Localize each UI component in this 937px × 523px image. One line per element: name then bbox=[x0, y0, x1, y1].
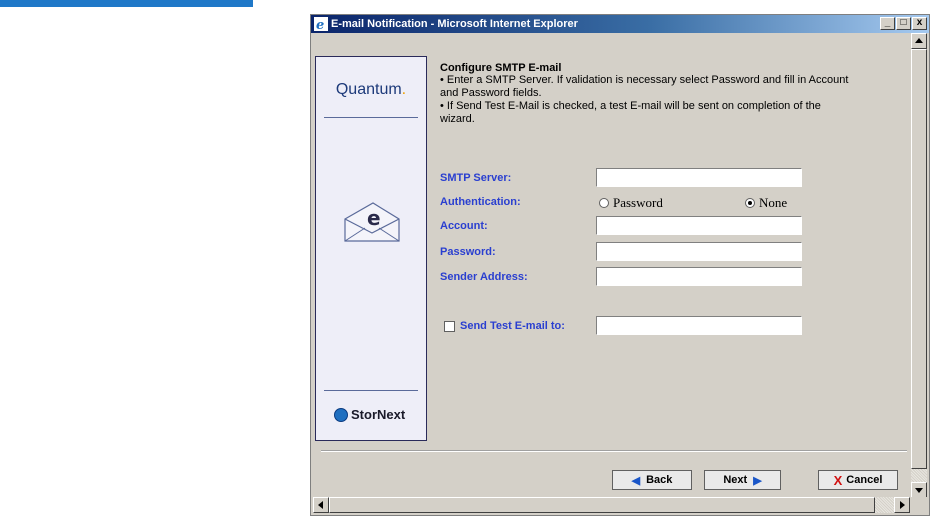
cancel-button-label: Cancel bbox=[846, 474, 883, 486]
stornext-logo-text: StorNext bbox=[351, 407, 406, 422]
close-button[interactable]: x bbox=[912, 17, 927, 30]
window-title: E-mail Notification - Microsoft Internet… bbox=[331, 18, 578, 30]
minimize-button[interactable]: _ bbox=[880, 17, 895, 30]
scroll-right-arrow-icon bbox=[900, 501, 905, 509]
quantum-logo-dot: . bbox=[401, 81, 407, 98]
scroll-left-button[interactable] bbox=[313, 497, 329, 513]
scroll-down-button[interactable] bbox=[911, 482, 927, 498]
quantum-logo-text: Quantum bbox=[335, 81, 402, 98]
stornext-logo: StorNext bbox=[334, 407, 405, 422]
next-arrow-icon: ▶ bbox=[753, 474, 762, 487]
scroll-up-arrow-icon bbox=[915, 38, 923, 43]
scroll-right-button[interactable] bbox=[894, 497, 910, 513]
brand-divider-bottom bbox=[324, 390, 418, 391]
scrollbar-corner bbox=[911, 497, 927, 513]
button-separator-highlight bbox=[321, 451, 907, 452]
sender-address-input[interactable] bbox=[596, 267, 802, 286]
vertical-scrollbar[interactable] bbox=[911, 33, 927, 498]
email-envelope-icon: e bbox=[344, 202, 400, 242]
svg-text:e: e bbox=[316, 18, 324, 31]
back-button-label: Back bbox=[646, 474, 673, 486]
wizard-instructions: • Enter a SMTP Server. If validation is … bbox=[440, 74, 850, 126]
scroll-left-arrow-icon bbox=[318, 501, 323, 509]
authentication-label: Authentication: bbox=[440, 196, 521, 208]
back-arrow-icon: ◀ bbox=[631, 474, 641, 487]
smtp-server-label: SMTP Server: bbox=[440, 172, 512, 184]
scroll-up-button[interactable] bbox=[911, 33, 927, 49]
ie-icon: e bbox=[314, 17, 328, 31]
envelope-letter: e bbox=[367, 206, 381, 230]
auth-password-option[interactable]: Password bbox=[599, 195, 663, 211]
back-button[interactable]: ◀ Back bbox=[612, 470, 692, 490]
next-button[interactable]: Next ▶ bbox=[704, 470, 781, 490]
horizontal-scroll-thumb[interactable] bbox=[329, 497, 875, 513]
password-radio[interactable] bbox=[599, 198, 609, 208]
none-radio-label: None bbox=[759, 195, 788, 210]
sender-address-label: Sender Address: bbox=[440, 271, 528, 283]
scroll-down-arrow-icon bbox=[915, 488, 923, 493]
instruction-line: • If Send Test E-Mail is checked, a test… bbox=[440, 100, 821, 125]
maximize-button[interactable]: □ bbox=[896, 17, 911, 30]
cancel-button[interactable]: X Cancel bbox=[818, 470, 898, 490]
send-test-checkbox[interactable] bbox=[444, 321, 455, 332]
next-button-label: Next bbox=[723, 474, 748, 486]
wizard-heading: Configure SMTP E-mail bbox=[440, 62, 562, 74]
account-label: Account: bbox=[440, 220, 488, 232]
ie-window: e E-mail Notification - Microsoft Intern… bbox=[310, 14, 930, 516]
password-label: Password: bbox=[440, 246, 496, 258]
auth-none-option[interactable]: None bbox=[745, 195, 787, 211]
brand-divider-top bbox=[324, 117, 418, 118]
instruction-line: • Enter a SMTP Server. If validation is … bbox=[440, 74, 849, 99]
account-input[interactable] bbox=[596, 216, 802, 235]
cancel-x-icon: X bbox=[833, 472, 843, 488]
send-test-label[interactable]: Send Test E-mail to: bbox=[460, 320, 565, 332]
none-radio[interactable] bbox=[745, 198, 755, 208]
password-input[interactable] bbox=[596, 242, 802, 261]
horizontal-scrollbar[interactable] bbox=[313, 497, 910, 513]
brand-panel: Quantum. e StorNext bbox=[315, 56, 427, 441]
globe-icon bbox=[334, 407, 348, 422]
send-test-input[interactable] bbox=[596, 316, 802, 335]
wizard-content: Quantum. e StorNext Configure SMTP E-mai… bbox=[313, 33, 910, 498]
smtp-server-input[interactable] bbox=[596, 168, 802, 187]
vertical-scroll-thumb[interactable] bbox=[911, 49, 927, 469]
quantum-logo: Quantum. bbox=[316, 81, 426, 99]
title-bar[interactable]: e E-mail Notification - Microsoft Intern… bbox=[311, 15, 929, 33]
password-radio-label: Password bbox=[613, 195, 663, 210]
top-accent-bar bbox=[0, 0, 253, 7]
